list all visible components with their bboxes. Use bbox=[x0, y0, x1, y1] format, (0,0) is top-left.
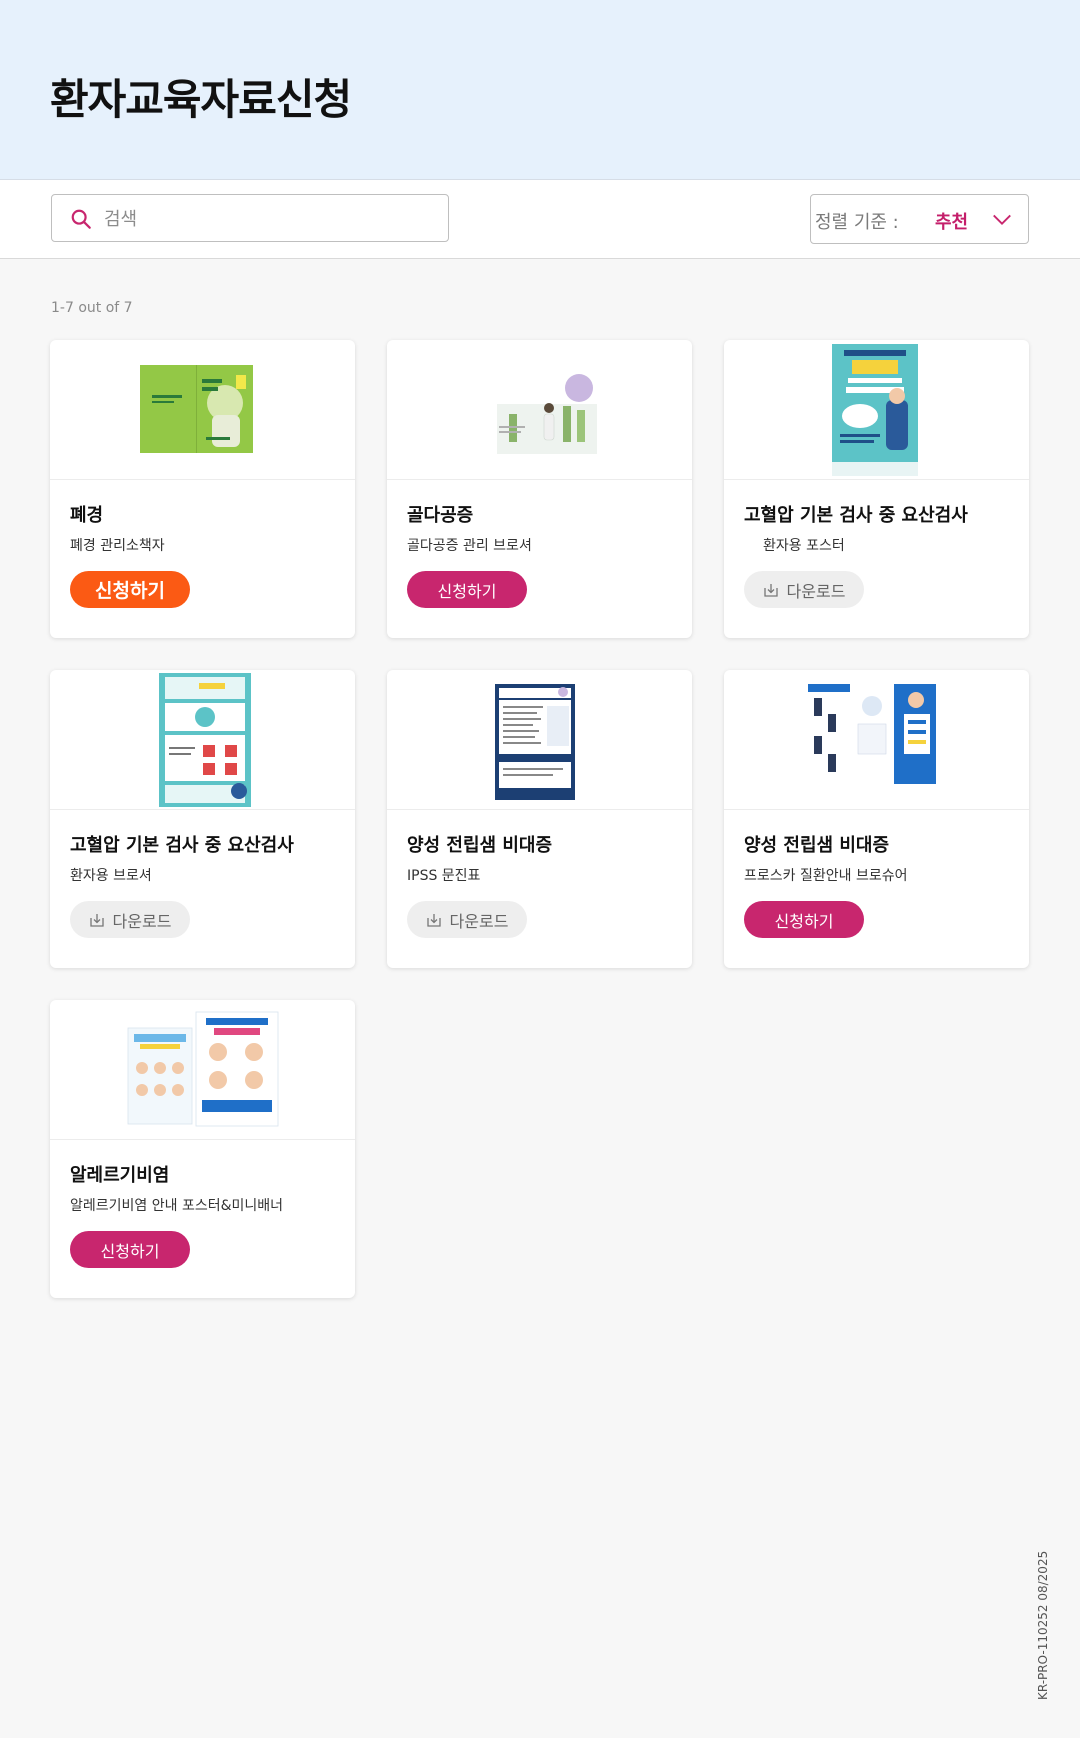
apply-button[interactable]: 신청하기 bbox=[70, 571, 190, 608]
download-icon bbox=[89, 913, 104, 927]
product-card: 폐경 폐경 관리소책자 신청하기 bbox=[50, 340, 355, 638]
hypertension-poster-thumbnail[interactable] bbox=[832, 344, 918, 476]
card-description: 환자용 포스터 bbox=[763, 538, 845, 554]
card-title: 양성 전립샘 비대증 bbox=[407, 835, 553, 856]
download-icon bbox=[426, 913, 441, 927]
search-icon bbox=[71, 209, 91, 229]
chevron-down-icon bbox=[993, 214, 1011, 225]
card-description: 골다공증 관리 브로셔 bbox=[407, 538, 532, 554]
sort-value: 추천 bbox=[935, 212, 969, 233]
product-card: 양성 전립샘 비대증 IPSS 문진표 다운로드 bbox=[387, 670, 692, 968]
apply-button[interactable]: 신청하기 bbox=[407, 571, 527, 608]
ipss-questionnaire-thumbnail[interactable] bbox=[495, 684, 575, 800]
apply-button[interactable]: 신청하기 bbox=[744, 901, 864, 938]
download-button-label: 다운로드 bbox=[786, 581, 846, 601]
product-card: 고혈압 기본 검사 중 요산검사 환자용 포스터 다운로드 bbox=[724, 340, 1029, 638]
toolbar: 정렬 기준 : 추천 bbox=[0, 180, 1080, 259]
apply-button-label: 신청하기 bbox=[100, 1241, 160, 1261]
product-card: 고혈압 기본 검사 중 요산검사 환자용 브로셔 다운로드 bbox=[50, 670, 355, 968]
search-box[interactable] bbox=[51, 194, 449, 242]
allergic-rhinitis-poster-thumbnail[interactable] bbox=[126, 1010, 280, 1128]
download-button-label: 다운로드 bbox=[449, 911, 509, 931]
card-title: 양성 전립샘 비대증 bbox=[744, 835, 890, 856]
menopause-booklet-thumbnail[interactable] bbox=[140, 365, 253, 453]
product-card: 양성 전립샘 비대증 프로스카 질환안내 브로슈어 신청하기 bbox=[724, 670, 1029, 968]
card-image-area bbox=[387, 670, 692, 810]
card-image-area bbox=[50, 340, 355, 480]
search-input[interactable] bbox=[102, 201, 436, 237]
card-title: 고혈압 기본 검사 중 요산검사 bbox=[744, 505, 968, 526]
sort-dropdown[interactable]: 정렬 기준 : 추천 bbox=[810, 194, 1029, 244]
page-header: 환자교육자료신청 bbox=[0, 0, 1080, 180]
card-image-area bbox=[50, 1000, 355, 1140]
card-description: IPSS 문진표 bbox=[407, 868, 481, 884]
download-icon bbox=[763, 583, 778, 597]
page-title: 환자교육자료신청 bbox=[50, 75, 352, 124]
product-card: 알레르기비염 알레르기비염 안내 포스터&미니배너 신청하기 bbox=[50, 1000, 355, 1298]
card-description: 프로스카 질환안내 브로슈어 bbox=[744, 868, 908, 884]
results-count: 1-7 out of 7 bbox=[51, 300, 133, 316]
download-button[interactable]: 다운로드 bbox=[407, 901, 527, 938]
card-description: 폐경 관리소책자 bbox=[70, 538, 165, 554]
bph-brochure-thumbnail[interactable] bbox=[808, 684, 936, 784]
document-code: KR-PRO-110252 08/2025 bbox=[1036, 1550, 1050, 1700]
card-title: 알레르기비염 bbox=[70, 1165, 170, 1186]
apply-button-label: 신청하기 bbox=[95, 580, 165, 602]
product-card: 골다공증 골다공증 관리 브로셔 신청하기 bbox=[387, 340, 692, 638]
apply-button[interactable]: 신청하기 bbox=[70, 1231, 190, 1268]
card-image-area bbox=[50, 670, 355, 810]
osteoporosis-brochure-thumbnail[interactable] bbox=[497, 370, 597, 454]
card-title: 골다공증 bbox=[407, 505, 474, 526]
download-button[interactable]: 다운로드 bbox=[744, 571, 864, 608]
card-image-area bbox=[387, 340, 692, 480]
card-description: 알레르기비염 안내 포스터&미니배너 bbox=[70, 1198, 284, 1214]
apply-button-label: 신청하기 bbox=[437, 581, 497, 601]
card-title: 고혈압 기본 검사 중 요산검사 bbox=[70, 835, 294, 856]
card-description: 환자용 브로셔 bbox=[70, 868, 152, 884]
download-button[interactable]: 다운로드 bbox=[70, 901, 190, 938]
card-image-area bbox=[724, 670, 1029, 810]
apply-button-label: 신청하기 bbox=[774, 911, 834, 931]
card-image-area bbox=[724, 340, 1029, 480]
download-button-label: 다운로드 bbox=[112, 911, 172, 931]
hypertension-brochure-thumbnail[interactable] bbox=[159, 673, 251, 807]
sort-label: 정렬 기준 : bbox=[815, 212, 899, 233]
card-title: 폐경 bbox=[70, 505, 104, 526]
